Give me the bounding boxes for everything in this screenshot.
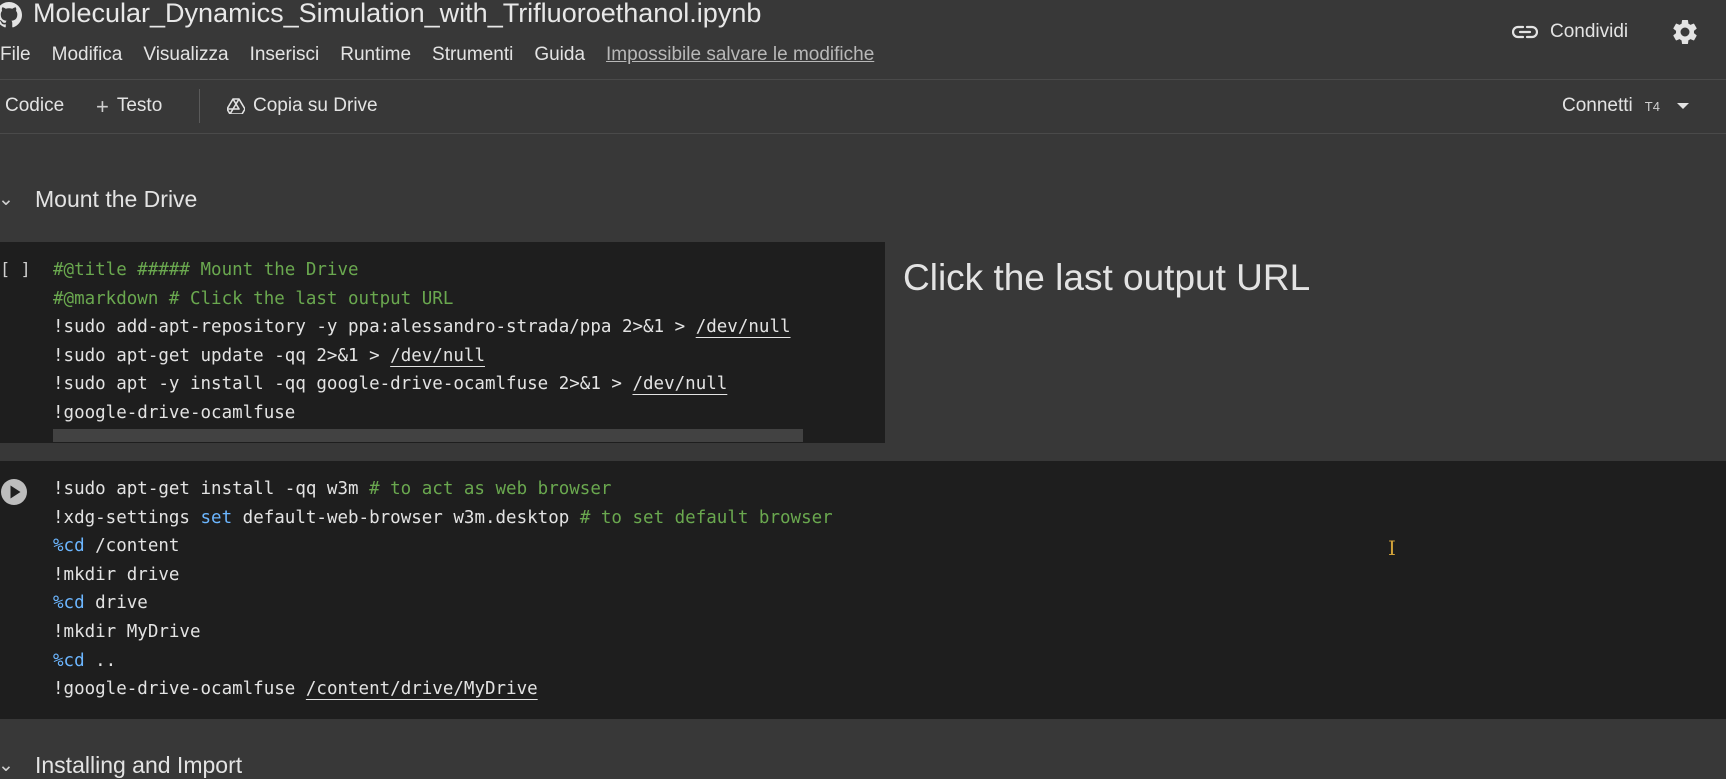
code-line: %cd /content xyxy=(53,532,833,561)
code-token: !sudo apt-get install -qq w3m xyxy=(53,479,370,499)
github-icon[interactable] xyxy=(0,2,22,28)
code-cell-mount-drive[interactable]: [ ] #@title ##### Mount the Drive #@markd… xyxy=(0,242,885,443)
menu-insert[interactable]: Inserisci xyxy=(250,44,320,68)
execution-count: [ ] xyxy=(0,260,31,280)
collapse-chevron-icon[interactable]: ⌄ xyxy=(0,754,14,777)
code-token: !xdg-settings xyxy=(53,507,201,528)
text-cursor-icon: I xyxy=(1388,536,1396,560)
run-cell-button[interactable] xyxy=(0,477,29,507)
code-line: !mkdir drive xyxy=(53,561,833,590)
connect-button[interactable]: Connetti T4 xyxy=(1562,95,1690,117)
menu-view[interactable]: Visualizza xyxy=(143,44,228,68)
code-line: %cd .. xyxy=(53,647,833,676)
code-token: !google-drive-ocamlfuse xyxy=(53,402,296,423)
form-markdown-title: Click the last output URL xyxy=(903,257,1311,298)
section-title: Mount the Drive xyxy=(35,186,198,212)
code-line: !sudo add-apt-repository -y ppa:alessand… xyxy=(53,313,791,342)
code-line: !google-drive-ocamlfuse /content/drive/M… xyxy=(53,675,833,704)
code-line: !sudo apt-get update -qq 2>&1 > /dev/nul… xyxy=(53,342,791,371)
connect-label: Connetti xyxy=(1562,95,1633,116)
code-line: !google-drive-ocamlfuse xyxy=(53,399,791,428)
code-token: !sudo add-apt-repository -y ppa:alessand… xyxy=(53,317,696,338)
code-editor[interactable]: #@title ##### Mount the Drive #@markdown … xyxy=(53,256,791,428)
copy-to-drive-label: Copia su Drive xyxy=(253,95,378,116)
code-token: .. xyxy=(84,650,117,671)
code-line: #@markdown # Click the last output URL xyxy=(53,285,791,314)
menu-file[interactable]: File xyxy=(0,44,31,68)
code-token: %cd xyxy=(53,650,85,671)
code-token: !sudo apt -y install -qq google-drive-oc… xyxy=(53,374,633,395)
notebook-toolbar: Codice + Testo Copia su Drive Connetti T… xyxy=(0,80,1726,134)
path-link[interactable]: /dev/null xyxy=(696,317,791,337)
save-warning-link[interactable]: Impossibile salvare le modifiche xyxy=(606,44,874,68)
menu-edit[interactable]: Modifica xyxy=(52,44,123,68)
link-icon xyxy=(1512,25,1538,39)
add-text-label: Testo xyxy=(116,95,163,116)
runtime-type-badge: T4 xyxy=(1644,98,1660,114)
share-label: Condividi xyxy=(1550,21,1629,42)
copy-to-drive-button[interactable]: Copia su Drive xyxy=(227,95,378,117)
code-token: !sudo apt-get update -qq 2>&1 > xyxy=(53,345,391,366)
code-token: !google-drive-ocamlfuse xyxy=(53,679,306,700)
menu-tools[interactable]: Strumenti xyxy=(432,44,513,68)
menu-help[interactable]: Guida xyxy=(534,44,585,68)
add-code-button[interactable]: Codice xyxy=(5,95,64,117)
toolbar-divider xyxy=(199,89,200,123)
path-link[interactable]: /content/drive/MyDrive xyxy=(306,679,538,699)
horizontal-scrollbar[interactable] xyxy=(53,429,803,442)
menu-bar: File Modifica Visualizza Inserisci Runti… xyxy=(0,44,874,68)
code-line: !xdg-settings set default-web-browser w3… xyxy=(53,504,833,533)
gear-icon[interactable] xyxy=(1670,17,1700,47)
code-editor[interactable]: !sudo apt-get install -qq w3m # to act a… xyxy=(53,475,833,704)
section-title: Installing and Import xyxy=(35,752,243,778)
code-token: %cd xyxy=(53,536,85,557)
path-link[interactable]: /dev/null xyxy=(632,374,727,394)
code-line: %cd drive xyxy=(53,589,833,618)
code-token: #@markdown # Click the last output URL xyxy=(53,288,454,309)
code-token: # to act as web browser xyxy=(369,479,612,499)
add-text-button[interactable]: + Testo xyxy=(96,95,162,117)
code-line: !sudo apt -y install -qq google-drive-oc… xyxy=(53,370,791,399)
menu-runtime[interactable]: Runtime xyxy=(340,44,411,68)
notebook-title[interactable]: Molecular_Dynamics_Simulation_with_Trifl… xyxy=(33,0,761,29)
plus-icon: + xyxy=(96,93,109,119)
code-token: #@title ##### Mount the Drive xyxy=(53,260,359,280)
code-token: %cd xyxy=(53,593,85,614)
code-token: default-web-browser w3m.desktop xyxy=(232,507,580,528)
code-cell-web-browser[interactable]: !sudo apt-get install -qq w3m # to act a… xyxy=(0,461,1726,719)
code-token: !mkdir MyDrive xyxy=(53,621,201,642)
share-button[interactable]: Condividi xyxy=(1512,17,1628,47)
code-token: !mkdir drive xyxy=(53,564,180,585)
code-token: /content xyxy=(84,536,180,557)
path-link[interactable]: /dev/null xyxy=(390,346,485,366)
chevron-down-icon[interactable] xyxy=(1676,102,1690,110)
code-line: !mkdir MyDrive xyxy=(53,618,833,647)
drive-icon xyxy=(227,98,245,114)
code-token: drive xyxy=(84,593,148,614)
code-token: set xyxy=(200,507,233,528)
code-token: # to set default browser xyxy=(579,507,833,528)
notebook-header: Molecular_Dynamics_Simulation_with_Trifl… xyxy=(0,0,1726,80)
code-line: #@title ##### Mount the Drive xyxy=(53,256,791,285)
code-line: !sudo apt-get install -qq w3m # to act a… xyxy=(53,475,833,504)
collapse-chevron-icon[interactable]: ⌄ xyxy=(0,188,14,211)
